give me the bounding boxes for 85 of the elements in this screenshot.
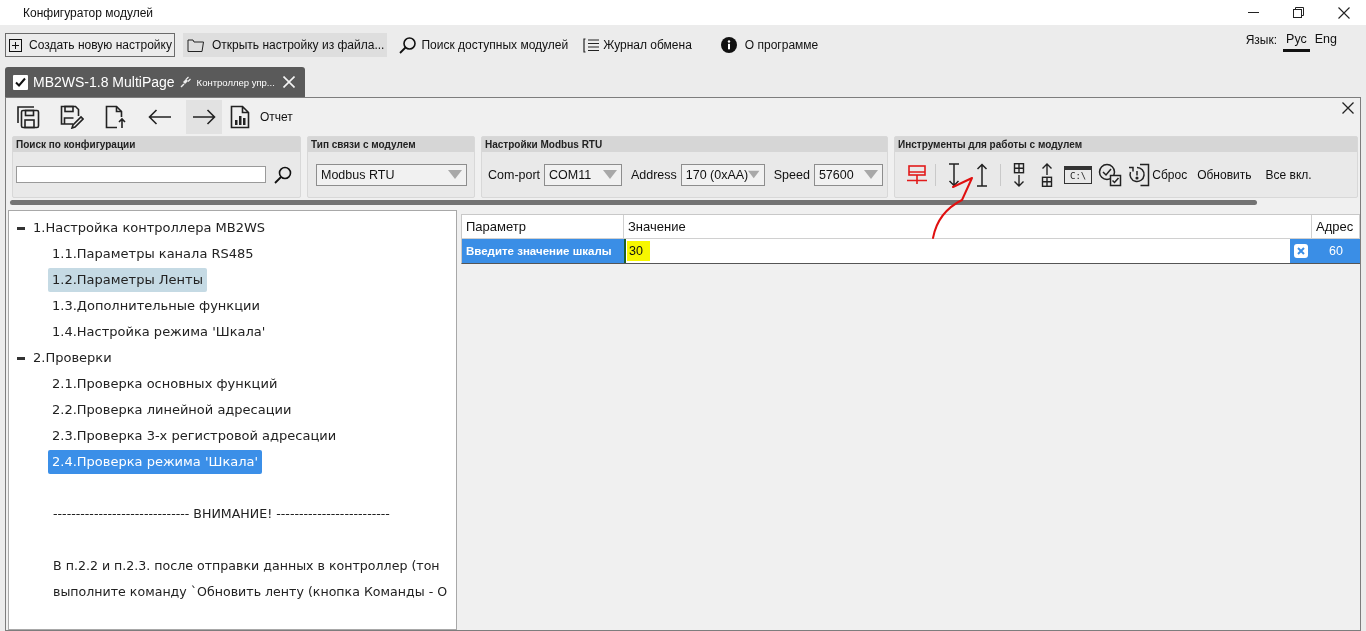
caret-icon (448, 170, 462, 179)
refresh-button[interactable]: Обновить (1190, 158, 1259, 191)
grid-down-arrow-icon (1013, 162, 1025, 187)
note-text: выполните команду `Обновить ленту (кнопка Команды - О (53, 584, 448, 599)
search-button[interactable] (273, 164, 293, 185)
search-icon (399, 36, 417, 54)
about-button[interactable]: О программе (716, 33, 822, 57)
plug-icon (179, 76, 191, 88)
column-header[interactable]: Значение (624, 215, 1312, 238)
console-button[interactable]: C:\ (1061, 158, 1096, 191)
column-header[interactable]: Адрес (1312, 215, 1360, 238)
close-icon (282, 76, 295, 88)
tree-item[interactable]: 2.Проверки (29, 346, 116, 370)
up-arrow-bar-icon (976, 162, 988, 187)
field-label: Address (630, 167, 677, 182)
table-cell-text: 60 (1328, 243, 1344, 260)
down-arrow-bar-icon (948, 162, 960, 187)
checkbox-icon[interactable] (13, 74, 28, 90)
tree-item[interactable]: 2.2.Проверка линейной адресации (48, 398, 296, 422)
document-arrow-icon (105, 105, 127, 129)
tab-title: MB2WS-1.8 MultiPage (33, 74, 175, 90)
group-header: Поиск по конфигурации (13, 137, 300, 152)
connection-type-select[interactable]: Modbus RTU (316, 163, 467, 186)
plus-square-icon (9, 38, 22, 52)
dropdown-select[interactable]: COM11 (544, 163, 622, 186)
group-header: Тип связи с модулем (308, 137, 474, 152)
close-panel-button[interactable] (1341, 101, 1355, 115)
device-reset-icon (1128, 162, 1151, 187)
new-settings-button[interactable]: Создать новую настройку (5, 33, 175, 57)
document-chart-icon (230, 105, 250, 129)
field-label: Speed (773, 167, 810, 182)
language-label: Язык: (1245, 33, 1278, 47)
check-circle-square-icon (1098, 162, 1123, 187)
close-icon (1337, 6, 1350, 19)
note-text: В п.2.2 и п.2.3. после отправки данных в контроллер (тон (53, 558, 440, 573)
left-arrow-icon (148, 109, 172, 125)
group-header: Настройки Modbus RTU (482, 137, 887, 152)
note-text: ------------------------------ ВНИМАНИЕ! ------------------------- (53, 506, 390, 521)
minus-icon[interactable] (17, 226, 25, 230)
dropdown-select[interactable]: 57600 (813, 163, 883, 186)
language-option[interactable]: Eng (1311, 30, 1340, 52)
minus-icon[interactable] (17, 356, 25, 360)
document-tab[interactable]: MB2WS-1.8 MultiPage Контроллер упр... (5, 67, 305, 97)
search-icon (274, 165, 292, 184)
restore-icon (1293, 7, 1304, 18)
tree-item[interactable]: 1.2.Параметры Ленты (48, 268, 207, 292)
enable-all-button[interactable]: Все вкл. (1258, 158, 1319, 191)
info-icon (720, 37, 737, 53)
field-label: Com-port (488, 167, 541, 182)
group-header: Инструменты для работы с модулем (895, 137, 1357, 152)
search-field[interactable] (16, 166, 266, 183)
report-button[interactable]: Отчет (230, 100, 293, 134)
caret-icon (864, 170, 878, 179)
tree-item[interactable]: 1.Настройка контроллера MB2WS (29, 216, 270, 240)
column-header[interactable]: Параметр (462, 215, 624, 238)
reset-button[interactable]: Сброс (1125, 158, 1191, 191)
folder-icon (186, 38, 205, 52)
floppy-pencil-icon (60, 105, 84, 129)
list-icon (583, 37, 600, 53)
dropdown-select[interactable]: 170 (0xAA) (680, 163, 765, 186)
tree-item[interactable]: 1.4.Настройка режима 'Шкала' (48, 320, 270, 344)
close-tab-button[interactable] (280, 74, 297, 90)
up-arrow-grid-icon (1041, 162, 1053, 187)
right-arrow-icon (192, 109, 216, 125)
tree-item[interactable]: 1.1.Параметры канала RS485 (48, 242, 258, 266)
close-icon (1342, 102, 1354, 114)
window-title: Конфигуратор модулей (23, 5, 153, 20)
exchange-log-button[interactable]: Журнал обмена (579, 33, 695, 57)
forward-button[interactable] (186, 100, 222, 134)
language-option[interactable]: Рус (1283, 30, 1310, 52)
close-icon (1294, 244, 1308, 258)
value-field[interactable]: 30 (626, 239, 1290, 263)
tree-item[interactable]: 2.1.Проверка основных функций (48, 372, 282, 396)
minimize-icon (1248, 12, 1259, 13)
search-modules-button[interactable]: Поиск доступных модулей (395, 33, 572, 57)
table-cell-text: Введите значение шкалы (465, 244, 613, 259)
tree-item[interactable]: 1.3.Дополнительные функции (48, 294, 264, 318)
floppy-disks-icon (16, 105, 40, 129)
tree-item[interactable]: 2.3.Проверка 3-х регистровой адресации (48, 424, 341, 448)
caret-icon (602, 170, 617, 179)
tab-subtitle: Контроллер упр... (196, 76, 275, 88)
scrollbar-thumb[interactable] (10, 200, 1257, 205)
table-row[interactable]: Введите значение шкалы 30 60 (461, 239, 1360, 264)
open-file-button[interactable]: Открыть настройку из файла... (182, 33, 388, 57)
caret-icon (748, 170, 760, 179)
